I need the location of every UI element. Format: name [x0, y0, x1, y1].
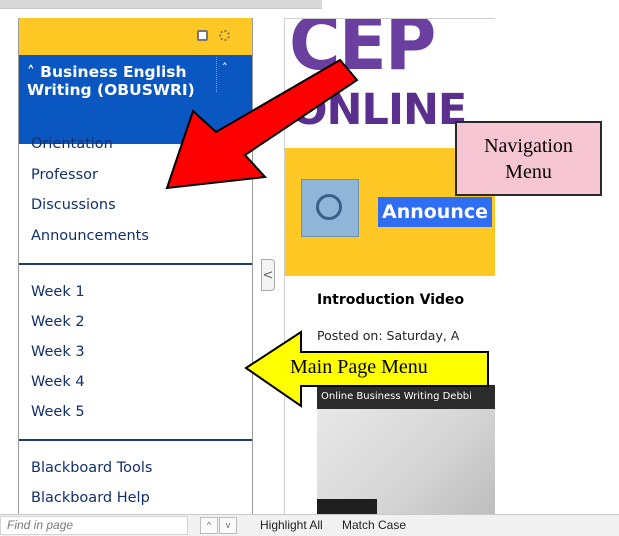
- highlight-all-option[interactable]: Highlight All: [260, 518, 323, 532]
- menu-item-discussions[interactable]: Discussions: [31, 197, 116, 213]
- menu-divider: [19, 263, 252, 265]
- navigation-menu-callout: Navigation Menu: [455, 121, 602, 196]
- video-title: Introduction Video: [317, 292, 465, 308]
- collapse-panel-handle[interactable]: <: [261, 259, 275, 291]
- find-input[interactable]: Find in page: [0, 516, 188, 535]
- menu-item-professor[interactable]: Professor: [31, 167, 98, 183]
- menu-item-blackboard-help[interactable]: Blackboard Help: [31, 490, 150, 506]
- find-previous-button[interactable]: ^: [200, 517, 218, 534]
- find-next-button[interactable]: v: [219, 517, 237, 534]
- title-collapse-icon: ˄: [27, 63, 35, 81]
- menu-item-week-2[interactable]: Week 2: [31, 314, 85, 330]
- menu-item-week-5[interactable]: Week 5: [31, 404, 85, 420]
- gear-icon[interactable]: [219, 30, 230, 41]
- menu-item-announcements[interactable]: Announcements: [31, 228, 149, 244]
- callout-nav-line1: Navigation: [484, 135, 573, 157]
- window-icon[interactable]: [197, 30, 208, 41]
- announcements-heading: Announce: [378, 197, 493, 227]
- menu-item-week-3[interactable]: Week 3: [31, 344, 85, 360]
- menu-item-week-4[interactable]: Week 4: [31, 374, 85, 390]
- menu-item-week-1[interactable]: Week 1: [31, 284, 85, 300]
- main-page-menu-label: Main Page Menu: [290, 356, 428, 378]
- menu-item-blackboard-tools[interactable]: Blackboard Tools: [31, 460, 152, 476]
- menu-toolbar: [19, 18, 252, 55]
- match-case-option[interactable]: Match Case: [342, 518, 406, 532]
- red-arrow-icon: [165, 58, 359, 190]
- browser-top-strip: [0, 0, 322, 9]
- red-arrow-shape: [165, 58, 359, 190]
- find-bar: Find in page ^ v Highlight All Match Cas…: [0, 514, 619, 536]
- menu-item-orientation[interactable]: Orientation: [31, 136, 113, 152]
- callout-nav-line2: Menu: [505, 161, 552, 183]
- menu-divider: [19, 439, 252, 441]
- video-frame: [317, 409, 495, 517]
